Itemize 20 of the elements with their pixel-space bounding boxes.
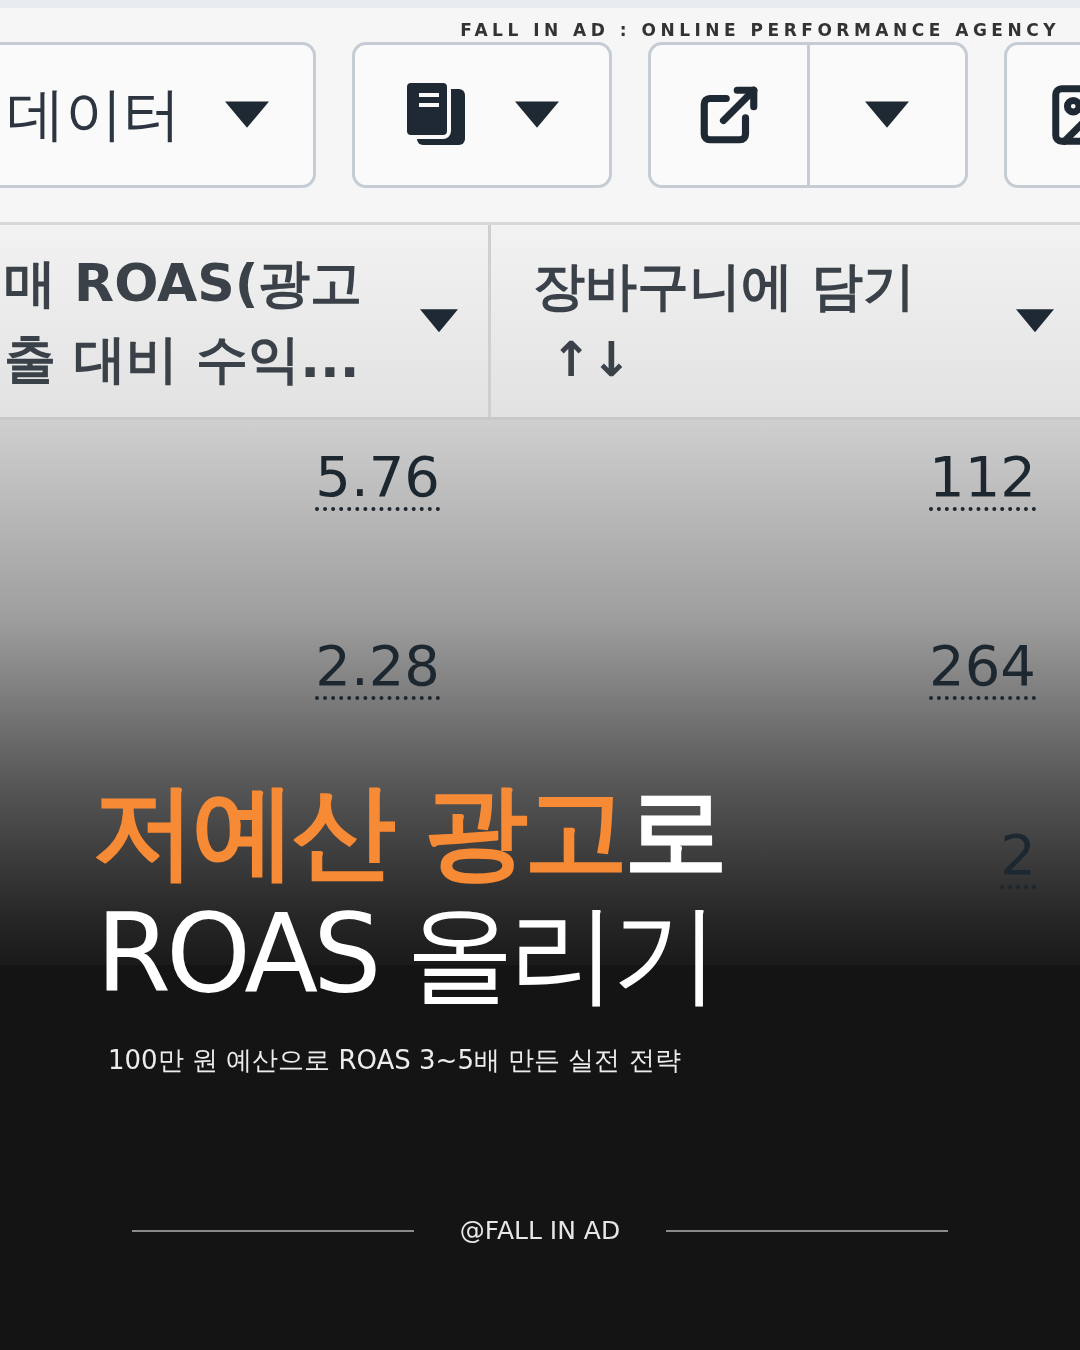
caret-down-icon — [1016, 309, 1054, 333]
column-header: 출 대비 수익... — [4, 328, 361, 391]
caret-down-icon — [865, 101, 910, 129]
caret-down-icon — [420, 309, 458, 333]
table-cell: 264 — [929, 637, 1036, 700]
column-header: 매 ROAS(광고 — [4, 251, 363, 314]
caret-down-icon — [225, 101, 269, 129]
export-split-button[interactable] — [648, 42, 968, 188]
column-header: 장바구니에 담기 — [533, 254, 916, 318]
sort-toggle[interactable]: ↑↓ — [551, 331, 632, 388]
table-cell: 2.28 — [315, 637, 440, 700]
subtitle: 100만 원 예산으로 ROAS 3~5배 만든 실전 전략 — [108, 1044, 682, 1077]
agency-tagline: FALL IN AD : ONLINE PERFORMANCE AGENCY — [460, 20, 1060, 40]
table-cell: 112 — [929, 448, 1036, 511]
headline: 저예산 광고로 ROAS 올리기 — [92, 772, 725, 1016]
data-dropdown-button[interactable]: 데이터 — [0, 42, 316, 188]
account-handle: @FALL IN AD — [459, 1216, 621, 1245]
document-dropdown-button[interactable] — [352, 42, 612, 188]
table-cell: 5.76 — [315, 448, 440, 511]
caret-down-icon — [515, 101, 559, 129]
